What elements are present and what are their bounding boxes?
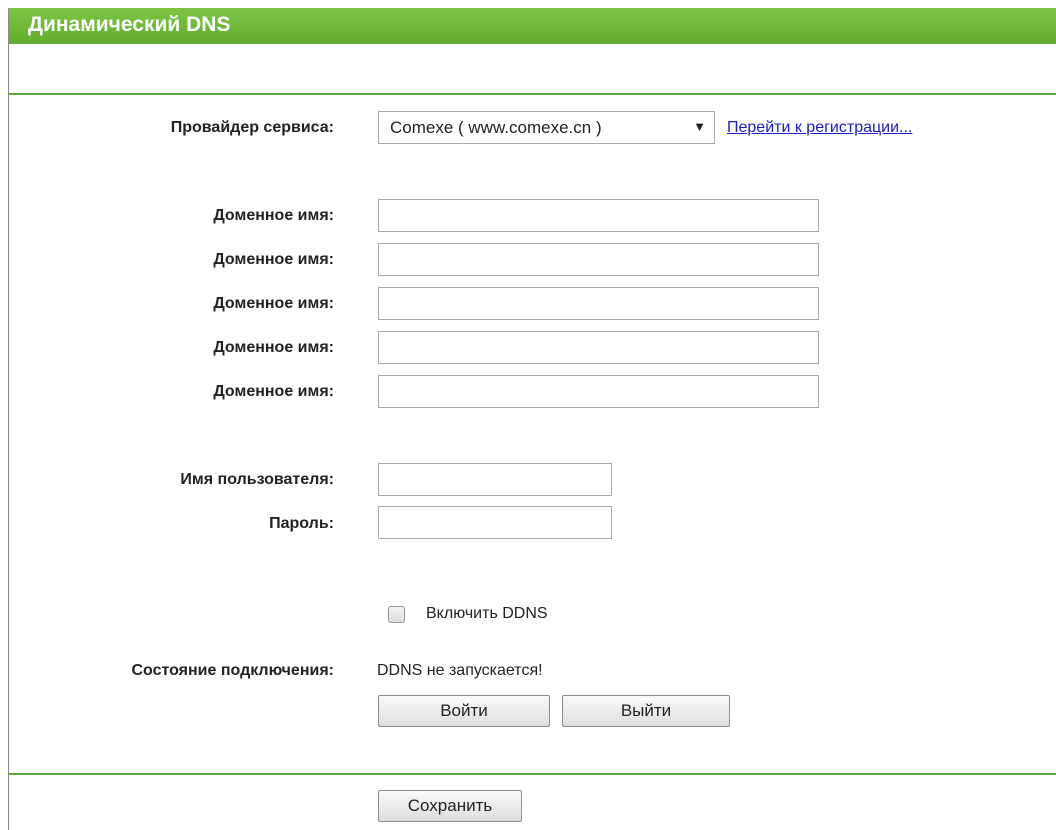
status-label: Состояние подключения: bbox=[131, 662, 334, 679]
save-button[interactable]: Сохранить bbox=[378, 790, 522, 822]
register-link[interactable]: Перейти к регистрации... bbox=[727, 119, 912, 137]
password-input[interactable] bbox=[378, 506, 612, 539]
status-text: DDNS не запускается! bbox=[377, 662, 543, 679]
domain-label-3: Доменное имя: bbox=[213, 295, 334, 312]
logout-button[interactable]: Выйти bbox=[562, 695, 730, 727]
domain-label-2: Доменное имя: bbox=[213, 251, 334, 268]
domain-input-1[interactable] bbox=[378, 199, 819, 232]
login-button[interactable]: Войти bbox=[378, 695, 550, 727]
dropdown-arrow-icon: ▼ bbox=[693, 119, 706, 134]
provider-label: Провайдер сервиса: bbox=[170, 119, 334, 136]
domain-input-5[interactable] bbox=[378, 375, 819, 408]
domain-input-3[interactable] bbox=[378, 287, 819, 320]
top-divider bbox=[9, 93, 1056, 95]
enable-ddns-checkbox[interactable] bbox=[388, 606, 405, 623]
domain-input-4[interactable] bbox=[378, 331, 819, 364]
enable-ddns-label: Включить DDNS bbox=[426, 605, 548, 622]
domain-label-5: Доменное имя: bbox=[213, 383, 334, 400]
provider-select-value: Comexe ( www.comexe.cn ) bbox=[390, 118, 602, 137]
domain-label-1: Доменное имя: bbox=[213, 207, 334, 224]
bottom-divider bbox=[9, 773, 1056, 775]
header-bar: Динамический DNS bbox=[9, 8, 1056, 44]
domain-label-4: Доменное имя: bbox=[213, 339, 334, 356]
password-label: Пароль: bbox=[269, 515, 334, 532]
page-frame: Динамический DNS Провайдер сервиса: Come… bbox=[8, 8, 1056, 830]
page-title: Динамический DNS bbox=[28, 13, 231, 36]
provider-select[interactable]: Comexe ( www.comexe.cn ) ▼ bbox=[378, 111, 715, 144]
domain-input-2[interactable] bbox=[378, 243, 819, 276]
username-label: Имя пользователя: bbox=[180, 471, 334, 488]
username-input[interactable] bbox=[378, 463, 612, 496]
